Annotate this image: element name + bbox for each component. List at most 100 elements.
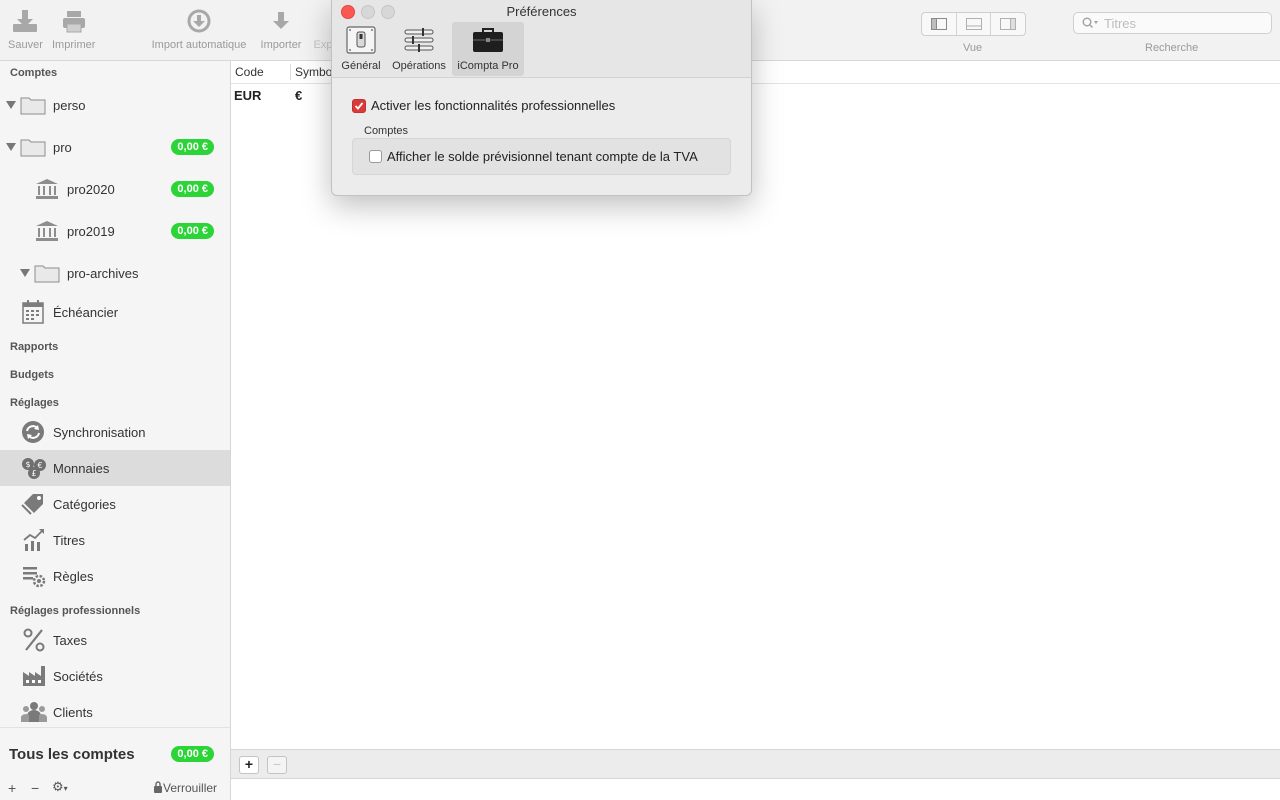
chevron-down-icon: ▾ <box>63 784 68 793</box>
stock-chart-icon <box>23 529 44 551</box>
all-accounts-total[interactable]: Tous les comptes 0,00 € <box>0 727 230 768</box>
sidebar-item-taxes[interactable]: Taxes <box>0 622 230 658</box>
remove-account-button[interactable]: − <box>31 780 39 796</box>
tab-label: Général <box>341 60 381 72</box>
search-field[interactable] <box>1073 12 1272 34</box>
briefcase-icon <box>473 28 503 52</box>
rules-gear-icon <box>23 567 46 588</box>
tab-label: iCompta Pro <box>457 60 519 72</box>
tab-general[interactable]: Général <box>337 22 385 76</box>
lock-icon <box>154 781 162 793</box>
sidebar-item-synchronisation[interactable]: Synchronisation <box>0 414 230 450</box>
sidebar-item-label: pro <box>53 139 72 155</box>
bank-icon <box>36 179 58 199</box>
sidebar-item-label: pro2019 <box>67 223 115 239</box>
sidebar-item-label: Taxes <box>53 632 87 648</box>
search-label: Recherche <box>1145 42 1199 54</box>
section-budgets[interactable]: Budgets <box>10 369 54 381</box>
column-divider[interactable] <box>290 64 291 80</box>
tab-operations[interactable]: Opérations <box>388 22 450 76</box>
balance-badge: 0,00 € <box>171 181 214 197</box>
sidebar-item-label: Clients <box>53 704 93 720</box>
preferences-title: Préférences <box>506 4 577 19</box>
lock-button[interactable]: Verrouiller <box>153 781 217 795</box>
balance-badge: 0,00 € <box>171 223 214 239</box>
save-button[interactable]: Sauver <box>8 8 43 51</box>
enable-pro-checkbox[interactable] <box>352 99 366 113</box>
sidebar-item-scheduler[interactable]: Échéancier <box>0 294 230 330</box>
accounts-group-label: Comptes <box>364 125 409 137</box>
save-label: Sauver <box>8 39 43 51</box>
svg-text:£: £ <box>32 469 37 478</box>
import-arrow-icon <box>273 12 289 29</box>
preferences-toolbar: Préférences Général Opérations iCompta P… <box>332 0 751 78</box>
export-button[interactable]: Exp <box>313 8 333 51</box>
section-reports[interactable]: Rapports <box>10 341 58 353</box>
disclosure-triangle-icon[interactable] <box>6 101 16 109</box>
lock-label: Verrouiller <box>163 781 218 795</box>
sliders-icon <box>404 28 434 52</box>
total-balance-badge: 0,00 € <box>171 746 214 762</box>
all-accounts-label: Tous les comptes <box>9 746 135 763</box>
sidebar-item-categories[interactable]: Catégories <box>0 486 230 522</box>
view-label: Vue <box>963 42 983 54</box>
sidebar-item-pro2019[interactable]: pro2019 0,00 € <box>0 213 230 249</box>
sidebar-item-label: Sociétés <box>53 668 103 684</box>
gear-menu-button[interactable]: ⚙▾ <box>52 779 68 795</box>
view-left-pane-button[interactable] <box>922 13 957 35</box>
disclosure-triangle-icon[interactable] <box>6 143 16 151</box>
view-right-pane-button[interactable] <box>991 13 1025 35</box>
download-circle-icon <box>187 9 211 33</box>
view-segmented-control <box>921 12 1026 36</box>
sidebar-item-pro-archives[interactable]: pro-archives <box>0 255 230 291</box>
sidebar-right-icon <box>1000 18 1017 30</box>
auto-import-label: Import automatique <box>151 39 247 51</box>
auto-import-button[interactable]: Import automatique <box>147 8 251 51</box>
remove-currency-button[interactable]: − <box>267 756 287 774</box>
add-account-button[interactable]: + <box>8 780 16 796</box>
column-header-symbol[interactable]: Symbo <box>295 65 332 79</box>
coins-icon: $ €£ <box>22 458 46 479</box>
save-icon <box>13 10 38 32</box>
sidebar-item-rules[interactable]: Règles <box>0 558 230 594</box>
add-currency-button[interactable]: + <box>239 756 259 774</box>
preferences-window: Préférences Général Opérations iCompta P… <box>331 0 752 196</box>
sidebar-item-clients[interactable]: Clients <box>0 694 230 730</box>
svg-text:€: € <box>38 461 43 470</box>
tab-icompta-pro[interactable]: iCompta Pro <box>452 22 524 76</box>
vat-forecast-label: Afficher le solde prévisionnel tenant co… <box>387 149 698 164</box>
search-input[interactable] <box>1102 14 1266 32</box>
balance-badge: 0,00 € <box>171 139 214 155</box>
section-settings: Réglages <box>10 397 59 409</box>
sidebar-item-label: pro2020 <box>67 181 115 197</box>
sidebar-item-label: Monnaies <box>53 460 110 476</box>
column-header-code[interactable]: Code <box>235 65 264 79</box>
print-button[interactable]: Imprimer <box>52 8 95 51</box>
disclosure-triangle-icon[interactable] <box>20 269 30 277</box>
sidebar-item-pro2020[interactable]: pro2020 0,00 € <box>0 171 230 207</box>
sidebar-item-label: Titres <box>53 532 86 548</box>
sidebar-item-label: pro-archives <box>67 265 139 281</box>
sidebar-item-perso[interactable]: perso <box>0 87 230 123</box>
sidebar-item-label: Synchronisation <box>53 424 146 440</box>
calendar-icon <box>22 300 44 324</box>
sidebar-item-pro[interactable]: pro 0,00 € <box>0 129 230 165</box>
vat-forecast-checkbox[interactable] <box>369 150 382 163</box>
sidebar-left-icon <box>930 18 947 30</box>
import-button[interactable]: Importer <box>259 8 303 51</box>
people-icon <box>21 702 47 722</box>
enable-pro-label: Activer les fonctionnalités professionne… <box>371 98 616 113</box>
sidebar-item-currencies[interactable]: $ € £ Monnaies <box>0 450 230 486</box>
bank-icon <box>36 221 58 241</box>
folder-icon <box>20 139 46 157</box>
sidebar-item-label: perso <box>53 97 86 113</box>
percent-icon <box>23 628 45 652</box>
cell-code: EUR <box>234 88 262 103</box>
sidebar-item-companies[interactable]: Sociétés <box>0 658 230 694</box>
accounts-group-box: Afficher le solde prévisionnel tenant co… <box>352 138 731 175</box>
export-icon <box>313 8 333 34</box>
sidebar-item-securities[interactable]: Titres <box>0 522 230 558</box>
svg-text:$: $ <box>26 460 31 469</box>
view-bottom-pane-button[interactable] <box>957 13 992 35</box>
folder-icon <box>34 265 60 283</box>
